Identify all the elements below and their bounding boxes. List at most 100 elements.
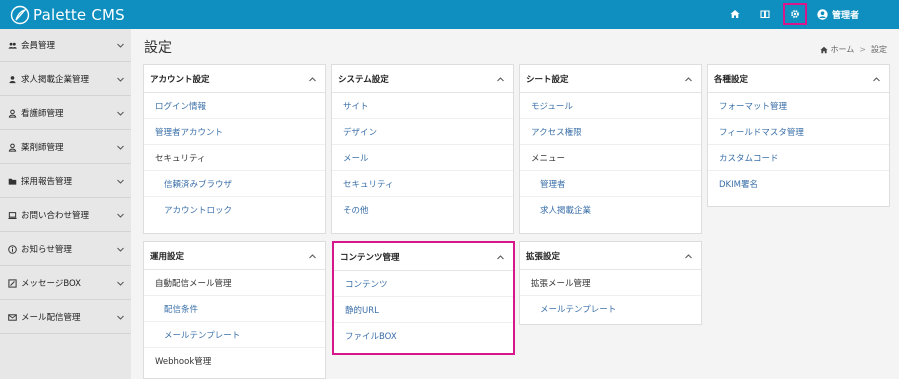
card-title: 拡張設定 <box>526 251 561 262</box>
chevron-down-icon <box>116 313 125 322</box>
card-title: コンテンツ管理 <box>340 252 400 263</box>
breadcrumb-separator: > <box>859 45 866 54</box>
link-custom-code[interactable]: カスタムコード <box>708 145 889 171</box>
group-auto-mail: 自動配信メール管理 <box>144 270 325 296</box>
link-design[interactable]: デザイン <box>332 119 513 145</box>
link-mail-template[interactable]: メールテンプレート <box>144 322 325 348</box>
app-logo[interactable]: Palette CMS <box>10 5 125 25</box>
sidebar-item-companies[interactable]: 求人掲載企業管理 <box>0 63 131 96</box>
envelope-icon <box>7 312 17 322</box>
card-header[interactable]: 拡張設定 <box>520 242 701 270</box>
chevron-up-icon[interactable] <box>308 75 317 84</box>
link-contents[interactable]: コンテンツ <box>334 271 513 297</box>
card-header[interactable]: コンテンツ管理 <box>334 243 513 271</box>
chevron-up-icon[interactable] <box>496 253 505 262</box>
home-icon <box>819 46 828 53</box>
home-icon[interactable] <box>727 6 743 22</box>
card-title: システム設定 <box>338 74 389 85</box>
sidebar-item-news[interactable]: お知らせ管理 <box>0 233 131 266</box>
sidebar-item-label: お知らせ管理 <box>21 245 72 255</box>
card-header[interactable]: 運用設定 <box>144 242 325 270</box>
sidebar-item-label: メール配信管理 <box>21 313 81 323</box>
link-dkim[interactable]: DKIM署名 <box>708 171 889 197</box>
breadcrumb: ホーム > 設定 <box>819 44 887 55</box>
users-icon <box>7 40 17 50</box>
palette-logo-icon <box>10 5 30 25</box>
card-various-settings: 各種設定 フォーマット管理 フィールドマスタ管理 カスタムコード DKIM署名 <box>707 64 890 207</box>
card-account-settings: アカウント設定 ログイン情報 管理者アカウント セキュリティ 信頼済みブラウザ … <box>143 64 326 234</box>
link-other[interactable]: その他 <box>332 197 513 223</box>
link-delivery-conditions[interactable]: 配信条件 <box>144 296 325 322</box>
link-access-rights[interactable]: アクセス権限 <box>520 119 701 145</box>
link-security[interactable]: セキュリティ <box>332 171 513 197</box>
chevron-up-icon[interactable] <box>496 75 505 84</box>
user-menu[interactable]: 管理者 <box>817 8 859 21</box>
user-name: 管理者 <box>832 11 860 21</box>
link-format-management[interactable]: フォーマット管理 <box>708 93 889 119</box>
chevron-down-icon <box>116 245 125 254</box>
breadcrumb-home[interactable]: ホーム <box>831 44 855 55</box>
user-circle-icon <box>817 9 828 20</box>
link-menu-companies[interactable]: 求人掲載企業 <box>520 197 701 223</box>
chevron-up-icon[interactable] <box>684 75 693 84</box>
card-header[interactable]: 各種設定 <box>708 65 889 93</box>
sidebar-item-pharmacists[interactable]: 薬剤師管理 <box>0 131 131 164</box>
chevron-up-icon[interactable] <box>872 75 881 84</box>
card-title: アカウント設定 <box>150 74 210 85</box>
group-menu: メニュー <box>520 145 701 171</box>
sidebar: 会員管理 求人掲載企業管理 看護師管理 薬剤師管理 採用報告管理 お問い合わせ管… <box>0 29 131 379</box>
sidebar-item-label: 看護師管理 <box>21 109 64 119</box>
group-security: セキュリティ <box>144 145 325 171</box>
chevron-up-icon[interactable] <box>684 252 693 261</box>
chevron-down-icon <box>116 143 125 152</box>
sidebar-item-label: 求人掲載企業管理 <box>21 75 90 85</box>
link-login-info[interactable]: ログイン情報 <box>144 93 325 119</box>
sidebar-item-label: お問い合わせ管理 <box>21 211 90 221</box>
sidebar-item-label: メッセージBOX <box>21 279 81 289</box>
chevron-down-icon <box>116 279 125 288</box>
link-module[interactable]: モジュール <box>520 93 701 119</box>
link-extension-mail-template[interactable]: メールテンプレート <box>520 296 701 322</box>
chevron-down-icon <box>116 177 125 186</box>
sidebar-item-label: 会員管理 <box>21 41 56 51</box>
chevron-down-icon <box>116 75 125 84</box>
sidebar-item-inquiries[interactable]: お問い合わせ管理 <box>0 199 131 232</box>
card-title: シート設定 <box>526 74 569 85</box>
link-site[interactable]: サイト <box>332 93 513 119</box>
laptop-icon <box>7 210 17 220</box>
card-sheet-settings: シート設定 モジュール アクセス権限 メニュー 管理者 求人掲載企業 <box>519 64 702 234</box>
card-extension-settings: 拡張設定 拡張メール管理 メールテンプレート <box>519 241 702 325</box>
chevron-down-icon <box>116 109 125 118</box>
card-header[interactable]: シート設定 <box>520 65 701 93</box>
chevron-up-icon[interactable] <box>308 252 317 261</box>
link-file-box[interactable]: ファイルBOX <box>334 323 513 349</box>
sidebar-item-message-box[interactable]: メッセージBOX <box>0 267 131 300</box>
link-static-url[interactable]: 静的URL <box>334 297 513 323</box>
link-mail[interactable]: メール <box>332 145 513 171</box>
sidebar-item-label: 採用報告管理 <box>21 177 73 187</box>
card-title: 運用設定 <box>150 251 185 262</box>
link-admin-account[interactable]: 管理者アカウント <box>144 119 325 145</box>
gear-icon[interactable] <box>787 6 803 22</box>
sidebar-item-label: 薬剤師管理 <box>21 143 64 153</box>
card-header[interactable]: システム設定 <box>332 65 513 93</box>
chevron-down-icon <box>116 41 125 50</box>
message-box-icon <box>7 278 17 288</box>
sidebar-item-hiring-reports[interactable]: 採用報告管理 <box>0 165 131 198</box>
card-title: 各種設定 <box>714 74 749 85</box>
book-icon[interactable] <box>757 6 773 22</box>
person-icon <box>7 142 17 152</box>
user-icon <box>7 74 17 84</box>
card-header[interactable]: アカウント設定 <box>144 65 325 93</box>
link-field-master[interactable]: フィールドマスタ管理 <box>708 119 889 145</box>
card-operation-settings: 運用設定 自動配信メール管理 配信条件 メールテンプレート Webhook管理 <box>143 241 326 379</box>
sidebar-item-nurses[interactable]: 看護師管理 <box>0 97 131 130</box>
link-account-lock[interactable]: アカウントロック <box>144 197 325 223</box>
sidebar-item-mail-delivery[interactable]: メール配信管理 <box>0 301 131 334</box>
link-trusted-browsers[interactable]: 信頼済みブラウザ <box>144 171 325 197</box>
card-content-management: コンテンツ管理 コンテンツ 静的URL ファイルBOX <box>332 241 515 355</box>
link-menu-admin[interactable]: 管理者 <box>520 171 701 197</box>
info-icon <box>7 244 17 254</box>
sidebar-item-members[interactable]: 会員管理 <box>0 29 131 62</box>
chevron-down-icon <box>116 211 125 220</box>
